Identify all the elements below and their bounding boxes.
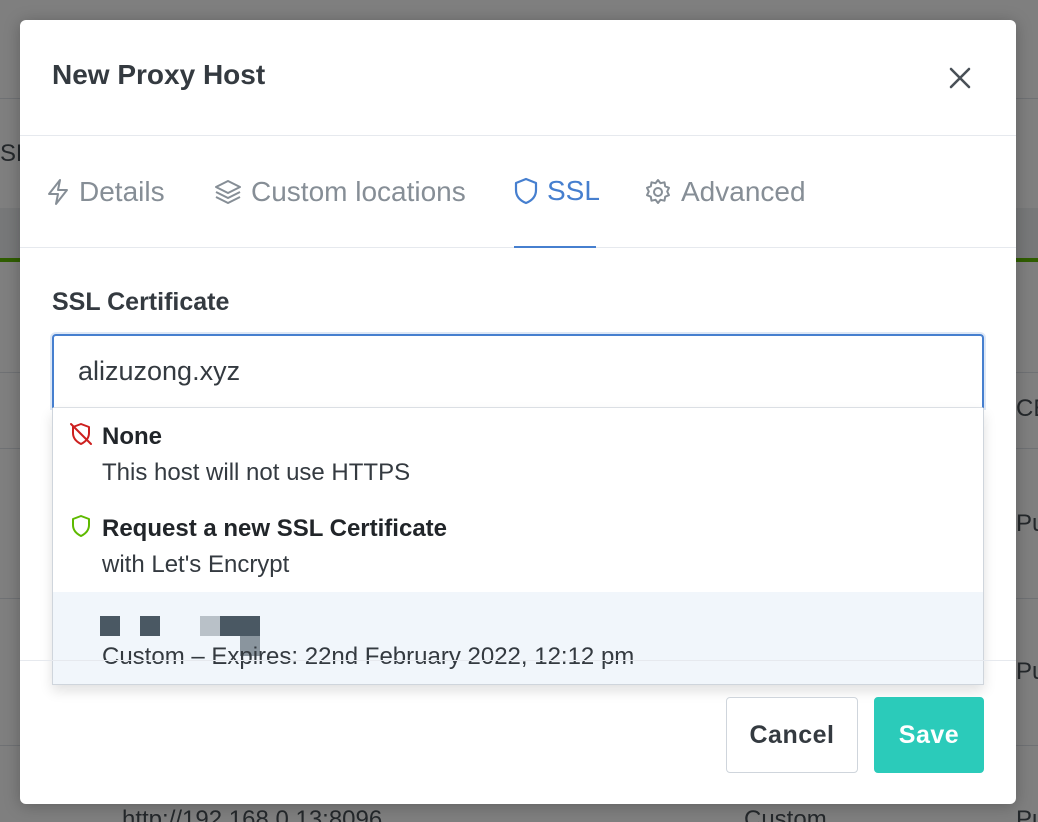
modal-tabs: Details Custom locations SSL Advanced [20,136,1016,248]
redacted-pixel [220,616,260,636]
redacted-pixel [200,616,220,636]
tab-label: Custom locations [251,176,466,207]
tab-custom-locations[interactable]: Custom locations [214,136,466,248]
option-none[interactable]: None This host will not use HTTPS [53,408,983,500]
bolt-icon [48,179,68,205]
new-proxy-host-modal: New Proxy Host Details Custom locations [20,20,1016,804]
layers-icon [215,180,241,204]
option-request-new-certificate[interactable]: Request a new SSL Certificate with Let's… [53,500,983,592]
ssl-certificate-select[interactable] [52,334,984,408]
ssl-certificate-input[interactable] [78,336,958,407]
close-icon [949,67,971,89]
option-title: Request a new SSL Certificate [102,515,447,542]
shield-off-icon [70,423,92,445]
tab-label: SSL [547,175,600,206]
tab-label: Advanced [681,176,806,207]
shield-icon [514,177,538,205]
option-subtitle: This host will not use HTTPS [102,459,411,486]
close-button[interactable] [942,60,978,96]
option-subtitle: with Let's Encrypt [102,551,290,578]
tab-label: Details [79,176,165,207]
save-button[interactable]: Save [874,697,984,773]
modal-header: New Proxy Host [20,20,1016,136]
gear-icon [646,179,670,204]
cancel-button[interactable]: Cancel [726,697,858,773]
redacted-pixel [140,616,160,636]
modal-title: New Proxy Host [52,59,266,90]
redacted-pixel [100,616,120,636]
tab-details[interactable]: Details [46,136,165,248]
tab-advanced[interactable]: Advanced [644,136,806,248]
ssl-certificate-label: SSL Certificate [52,288,230,316]
modal-footer: Cancel Save [20,660,1016,804]
ssl-certificate-dropdown: None This host will not use HTTPS Reques… [52,408,984,685]
option-title: None [102,423,162,450]
tab-ssl[interactable]: SSL [514,136,600,248]
shield-icon [72,515,90,537]
